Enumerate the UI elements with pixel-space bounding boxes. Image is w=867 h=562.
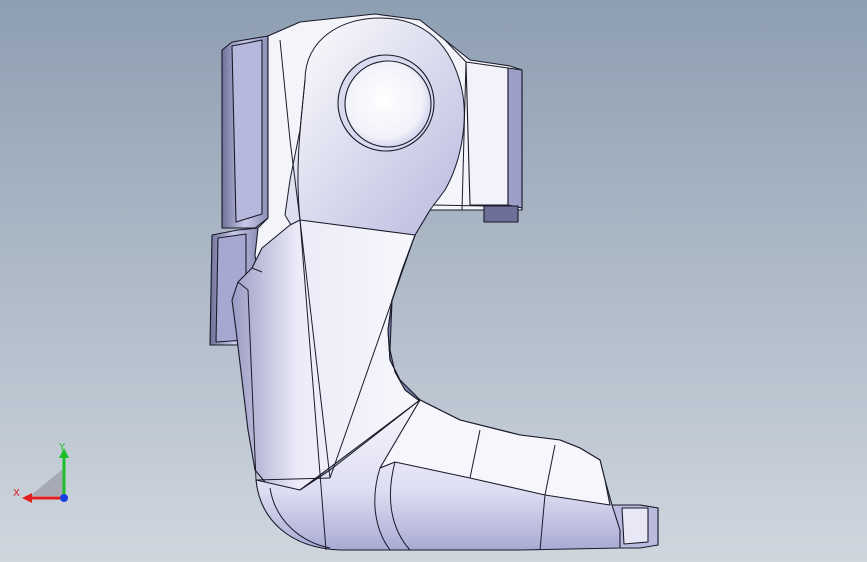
y-axis-label: Y bbox=[58, 442, 66, 453]
right-arm-face bbox=[465, 61, 509, 206]
triad-plane bbox=[30, 468, 64, 496]
x-axis-arrow bbox=[22, 493, 32, 503]
pivot-hole-inner bbox=[344, 60, 432, 148]
3d-viewport[interactable]: Y X bbox=[0, 0, 867, 562]
x-axis-label: X bbox=[13, 488, 20, 499]
view-orientation-triad[interactable]: Y X bbox=[10, 440, 80, 510]
left-plate-inner bbox=[231, 39, 263, 223]
right-arm-side bbox=[507, 67, 523, 209]
right-arm-tab bbox=[483, 205, 519, 223]
foot-tip-face bbox=[621, 507, 649, 545]
z-axis-dot bbox=[60, 494, 68, 502]
model-canvas[interactable] bbox=[0, 0, 867, 562]
